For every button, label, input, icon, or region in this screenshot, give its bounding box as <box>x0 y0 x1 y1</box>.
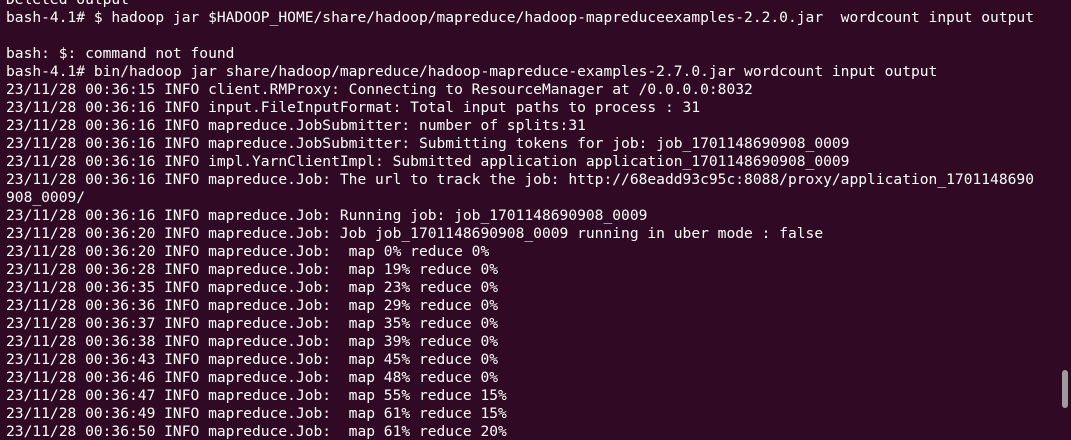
terminal-line: 23/11/28 00:36:16 INFO input.FileInputFo… <box>6 99 701 116</box>
terminal-line: 23/11/28 00:36:43 INFO mapreduce.Job: ma… <box>6 351 499 368</box>
terminal-line: 23/11/28 00:36:49 INFO mapreduce.Job: ma… <box>6 405 507 422</box>
terminal-line: 23/11/28 00:36:16 INFO mapreduce.Job: Th… <box>6 171 1034 188</box>
terminal-window[interactable]: Deleted outputbash-4.1# $ hadoop jar $HA… <box>0 0 1071 440</box>
terminal-line: 23/11/28 00:36:20 INFO mapreduce.Job: ma… <box>6 243 490 260</box>
terminal-output[interactable]: Deleted outputbash-4.1# $ hadoop jar $HA… <box>6 0 1057 440</box>
terminal-line: 23/11/28 00:36:20 INFO mapreduce.Job: Jo… <box>6 225 824 242</box>
terminal-line: bash: $: command not found <box>6 45 235 62</box>
terminal-line: 23/11/28 00:36:16 INFO mapreduce.JobSubm… <box>6 135 850 152</box>
terminal-line: 23/11/28 00:36:15 INFO client.RMProxy: C… <box>6 81 753 98</box>
terminal-line: bash-4.1# bin/hadoop jar share/hadoop/ma… <box>6 63 938 80</box>
terminal-line: 23/11/28 00:36:16 INFO mapreduce.Job: Ru… <box>6 207 648 224</box>
terminal-line: bash-4.1# $ hadoop jar $HADOOP_HOME/shar… <box>6 9 1034 26</box>
terminal-line: Deleted output <box>6 0 1057 9</box>
terminal-line: 23/11/28 00:36:37 INFO mapreduce.Job: ma… <box>6 315 499 332</box>
terminal-line: 23/11/28 00:36:16 INFO impl.YarnClientIm… <box>6 153 850 170</box>
terminal-line: 23/11/28 00:36:36 INFO mapreduce.Job: ma… <box>6 297 499 314</box>
terminal-line: 23/11/28 00:36:46 INFO mapreduce.Job: ma… <box>6 369 499 386</box>
terminal-line: 23/11/28 00:36:35 INFO mapreduce.Job: ma… <box>6 279 499 296</box>
terminal-line: 23/11/28 00:36:50 INFO mapreduce.Job: ma… <box>6 423 507 440</box>
terminal-line: 23/11/28 00:36:16 INFO mapreduce.JobSubm… <box>6 117 586 134</box>
scrollbar-thumb[interactable] <box>1062 370 1068 408</box>
terminal-line: 23/11/28 00:36:38 INFO mapreduce.Job: ma… <box>6 333 499 350</box>
terminal-line: 23/11/28 00:36:47 INFO mapreduce.Job: ma… <box>6 387 507 404</box>
terminal-scrollbar[interactable] <box>1059 0 1071 440</box>
terminal-line: 908_0009/ <box>6 189 86 206</box>
terminal-line: 23/11/28 00:36:28 INFO mapreduce.Job: ma… <box>6 261 499 278</box>
